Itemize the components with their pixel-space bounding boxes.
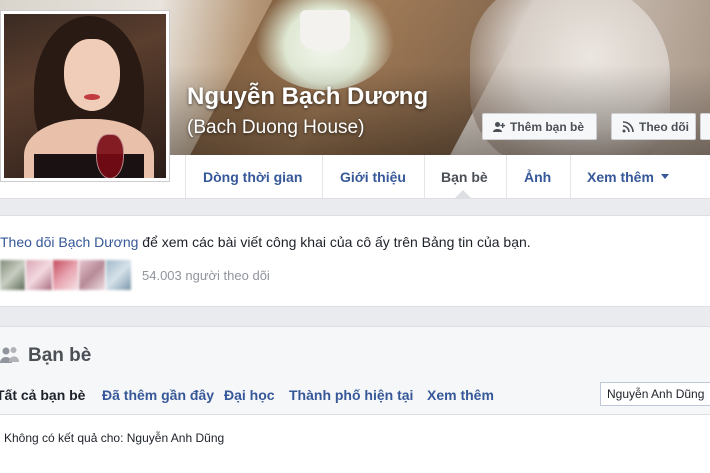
follow-label: Theo dõi [639, 119, 689, 134]
friends-search-input[interactable] [600, 382, 710, 406]
add-friend-label: Thêm bạn bè [510, 119, 585, 134]
active-tab-caret [455, 190, 471, 198]
profile-picture[interactable] [0, 10, 170, 182]
friends-title: Bạn bè [28, 345, 92, 366]
follow-prompt-box: Theo dõi Bạch Dương để xem các bài viết … [0, 215, 710, 307]
tab-photos[interactable]: Ảnh [524, 155, 551, 198]
follow-prompt-rest: để xem các bài viết công khai của cô ấy … [138, 234, 531, 250]
avatar-face-shape [64, 39, 120, 111]
nav-divider [570, 155, 571, 198]
cover-pot-shape [300, 10, 350, 50]
add-friend-icon [493, 121, 505, 133]
profile-alternate-name: (Bach Duong House) [187, 117, 365, 138]
tab-recently-added[interactable]: Đã thêm gần đây [102, 387, 214, 403]
tab-university[interactable]: Đại học [224, 387, 275, 403]
tab-current-city[interactable]: Thành phố hiện tại [289, 387, 413, 403]
follower-count[interactable]: 54.003 người theo dõi [142, 268, 270, 283]
friends-section: Bạn bè Tất cả bạn bè Đã thêm gần đây Đại… [0, 326, 710, 473]
tab-all-friends[interactable]: Tất cả bạn bè [0, 387, 85, 403]
nav-divider [185, 155, 186, 198]
follower-avatar[interactable] [105, 260, 132, 290]
follower-avatar[interactable] [26, 260, 52, 290]
profile-page: Nguyễn Bạch Dương (Bach Duong House) Thê… [0, 0, 710, 473]
tab-friends-label: Bạn bè [441, 168, 488, 185]
add-friend-button[interactable]: Thêm bạn bè [482, 113, 597, 140]
follower-avatar[interactable] [52, 260, 79, 290]
chevron-down-icon [660, 174, 669, 179]
no-result-message: Không có kết quả cho: Nguyễn Anh Dũng [4, 431, 225, 445]
profile-picture-image [4, 14, 166, 178]
tab-friends[interactable]: Bạn bè [441, 155, 488, 198]
tab-more-label: Xem thêm [587, 168, 654, 185]
rss-icon [622, 120, 634, 133]
friends-header: Bạn bè Tất cả bạn bè Đã thêm gần đây Đại… [0, 327, 710, 415]
tab-timeline[interactable]: Dòng thời gian [203, 155, 302, 198]
more-options-button[interactable] [700, 113, 710, 140]
avatar-lips-shape [84, 94, 100, 100]
profile-name[interactable]: Nguyễn Bạch Dương [187, 83, 428, 111]
nav-divider [506, 155, 507, 198]
follow-button[interactable]: Theo dõi [611, 113, 696, 140]
follower-avatars [0, 260, 132, 290]
tab-about[interactable]: Giới thiệu [340, 155, 406, 198]
follower-avatar[interactable] [79, 260, 105, 290]
tab-see-more[interactable]: Xem thêm [427, 387, 494, 403]
tab-more[interactable]: Xem thêm [587, 155, 669, 198]
nav-divider [424, 155, 425, 198]
follow-prompt-text: Theo dõi Bạch Dương để xem các bài viết … [0, 234, 531, 250]
nav-divider [322, 155, 323, 198]
avatar-wine-glass-shape [96, 134, 124, 178]
follower-avatar[interactable] [0, 260, 26, 290]
avatar-dress-shape [34, 154, 144, 178]
friends-icon [0, 345, 20, 365]
follow-link[interactable]: Theo dõi Bạch Dương [0, 234, 138, 250]
